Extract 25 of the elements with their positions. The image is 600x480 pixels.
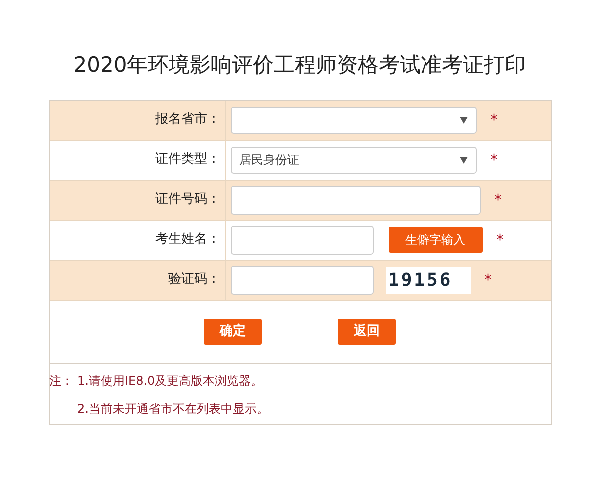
required-mark: * <box>490 150 498 171</box>
note-text: 2.当前未开通省市不在列表中显示。 <box>78 400 269 418</box>
input-field[interactable] <box>230 226 374 254</box>
dropdown-arrow-icon <box>460 116 468 124</box>
required-mark: * <box>490 110 498 131</box>
captcha-image[interactable]: 19156 <box>386 266 470 294</box>
input-field[interactable] <box>230 186 480 214</box>
required-mark: * <box>484 270 492 291</box>
field-label: 报名省市： <box>156 111 220 130</box>
required-mark: * <box>496 230 504 251</box>
field-label: 验证码： <box>168 271 220 290</box>
field-label: 证件号码： <box>156 191 220 210</box>
page-title: 2020年环境影响评价工程师资格考试准考证打印 <box>74 52 526 79</box>
dropdown[interactable]: 居民身份证 <box>230 146 476 174</box>
confirm-button[interactable]: 确定 <box>204 318 262 344</box>
field-label: 证件类型： <box>156 151 220 170</box>
note-label: 注： <box>50 372 74 390</box>
input-field[interactable] <box>230 266 374 294</box>
required-mark: * <box>494 190 502 211</box>
dropdown-arrow-icon <box>460 156 468 164</box>
back-button[interactable]: 返回 <box>338 318 396 344</box>
field-label: 考生姓名： <box>156 231 220 250</box>
dropdown[interactable] <box>230 106 476 134</box>
rare-character-button[interactable]: 生僻字输入 <box>388 227 482 253</box>
note-text: 1.请使用IE8.0及更高版本浏览器。 <box>78 372 264 390</box>
